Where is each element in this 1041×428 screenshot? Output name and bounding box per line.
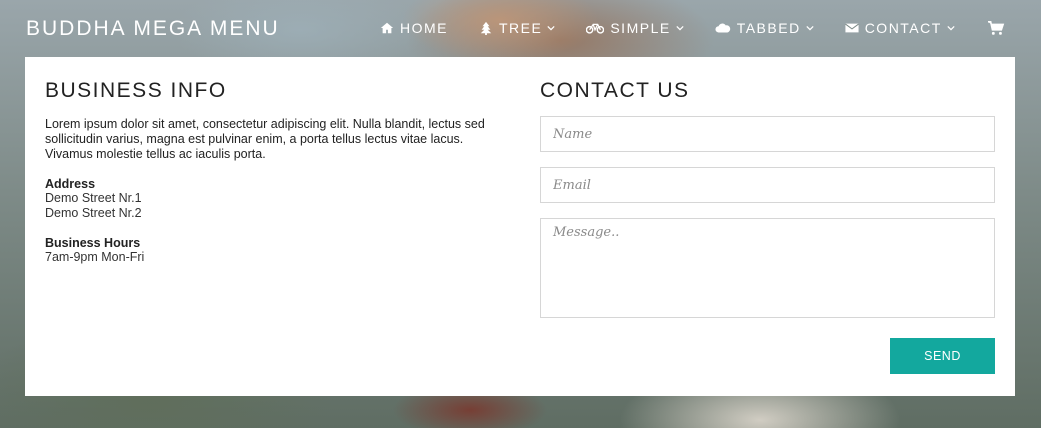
chevron-down-icon — [676, 25, 684, 31]
nav-item-home[interactable]: HOME — [380, 20, 448, 36]
nav-item-label: HOME — [400, 20, 448, 36]
mega-menu-dropdown-panel: BUSINESS INFO Lorem ipsum dolor sit amet… — [25, 57, 1015, 396]
address-line: Demo Street Nr.2 — [45, 206, 142, 220]
contact-us-heading: CONTACT US — [540, 79, 690, 102]
cloud-icon — [715, 23, 730, 33]
address-label: Address — [45, 177, 96, 191]
contact-form-section: CONTACT US SEND — [540, 79, 995, 374]
nav-item-label: SIMPLE — [610, 20, 671, 36]
nav-item-label: TABBED — [736, 20, 801, 36]
nav-item-label: TREE — [499, 20, 543, 36]
nav-item-tabbed[interactable]: TABBED — [715, 20, 814, 36]
address-line: Demo Street Nr.1 — [45, 191, 142, 205]
nav-item-tree[interactable]: TREE — [479, 20, 555, 36]
top-navbar: BUDDHA MEGA MENU HOME TREE SIMPLE TABBED… — [0, 0, 1041, 57]
nav-item-simple[interactable]: SIMPLE — [586, 20, 684, 36]
chevron-down-icon — [947, 25, 955, 31]
main-nav: HOME TREE SIMPLE TABBED CONTACT — [380, 20, 986, 36]
tree-icon — [480, 21, 492, 35]
nav-item-label: CONTACT — [864, 20, 942, 36]
name-input[interactable] — [540, 116, 995, 152]
bicycle-icon — [586, 23, 605, 34]
home-icon — [380, 22, 394, 34]
envelope-icon — [844, 23, 859, 33]
send-button[interactable]: SEND — [890, 338, 995, 374]
brand-logo-text[interactable]: BUDDHA MEGA MENU — [26, 17, 280, 41]
email-input[interactable] — [540, 167, 995, 203]
cart-icon[interactable] — [987, 20, 1005, 36]
chevron-down-icon — [806, 25, 814, 31]
business-hours-label: Business Hours — [45, 236, 141, 250]
business-info-heading: BUSINESS INFO — [45, 79, 227, 102]
business-info-section: BUSINESS INFO Lorem ipsum dolor sit amet… — [45, 79, 495, 265]
nav-item-contact[interactable]: CONTACT — [844, 20, 955, 36]
business-hours-value: 7am-9pm Mon-Fri — [45, 250, 145, 264]
chevron-down-icon — [547, 25, 555, 31]
message-textarea[interactable] — [540, 218, 995, 318]
business-intro-text: Lorem ipsum dolor sit amet, consectetur … — [45, 117, 485, 161]
